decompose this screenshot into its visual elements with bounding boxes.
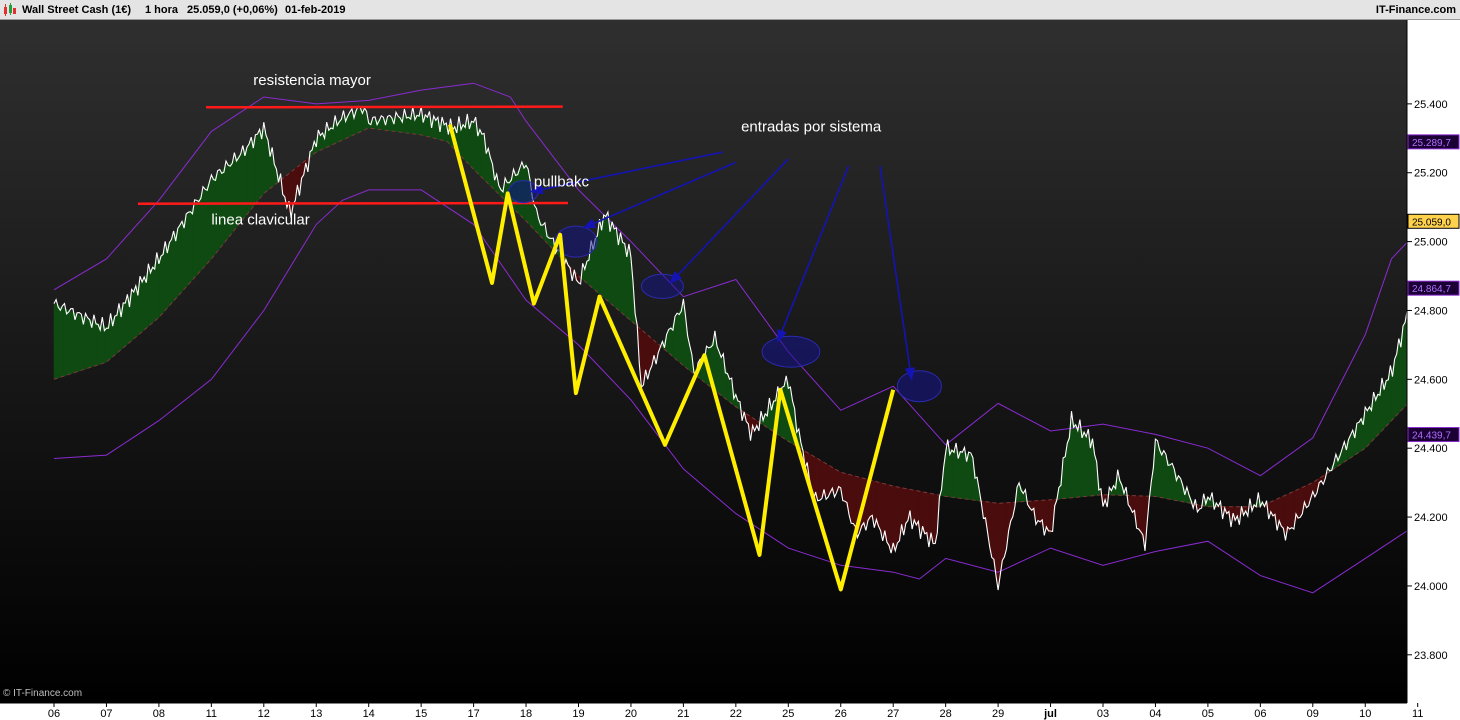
y-tick-label: 25.400 [1414,99,1448,111]
annotation-label: pullbakc [534,174,590,191]
price-chart[interactable]: resistencia mayor pullbakc linea clavicula… [0,0,1460,720]
y-tick-label: 24.000 [1414,581,1448,593]
x-tick-label: 06 [1254,708,1266,720]
y-axis-panel[interactable] [1407,20,1460,703]
price-tag-label: 25.059,0 [1412,217,1451,228]
x-tick-label: 20 [625,708,637,720]
x-tick-label: 25 [782,708,794,720]
x-tick-label: 06 [48,708,60,720]
x-tick-label: 11 [206,708,217,720]
entry-circle [896,370,942,403]
y-tick-label: 24.200 [1414,512,1448,524]
y-tick-label: 25.200 [1414,168,1448,180]
x-tick-label: 26 [835,708,847,720]
x-tick-label: 15 [415,708,427,720]
x-tick-label: 08 [153,708,165,720]
price-tag-label: 24.439,7 [1412,431,1451,442]
x-tick-label: 19 [572,708,584,720]
x-tick-label: 03 [1097,708,1109,720]
annotation-label: resistencia mayor [253,72,371,89]
x-tick-label: jul [1043,708,1057,720]
y-tick-label: 24.400 [1414,443,1448,455]
resistance-line [137,201,569,205]
x-tick-label: 13 [310,708,322,720]
x-tick-label: 10 [1359,708,1371,720]
x-tick-label: 12 [258,708,270,720]
y-tick-label: 24.600 [1414,374,1448,386]
x-tick-label: 22 [730,708,742,720]
annotation-label: entradas por sistema [741,118,882,135]
x-tick-label: 14 [363,708,375,720]
entry-circle [640,273,684,299]
x-tick-label: 17 [467,708,479,720]
x-tick-label: 07 [100,708,112,720]
resistance-line [206,105,563,109]
y-tick-label: 24.800 [1414,305,1448,317]
x-tick-label: 29 [992,708,1004,720]
y-tick-label: 25.000 [1414,237,1448,249]
x-tick-label: 09 [1307,708,1319,720]
x-tick-label: 05 [1202,708,1214,720]
annotation-label: linea clavicular [211,211,309,228]
y-tick-label: 23.800 [1414,650,1448,662]
x-tick-label: 18 [520,708,532,720]
x-tick-label: 21 [677,708,689,720]
entry-circle [761,335,821,368]
watermark: © IT-Finance.com [3,688,83,699]
x-tick-label: 11 [1412,708,1423,720]
x-tick-label: 27 [887,708,899,720]
price-tag-label: 24.864,7 [1412,284,1451,295]
x-tick-label: 04 [1149,708,1161,720]
x-tick-label: 28 [940,708,952,720]
price-tag-label: 25.289,7 [1412,138,1451,149]
